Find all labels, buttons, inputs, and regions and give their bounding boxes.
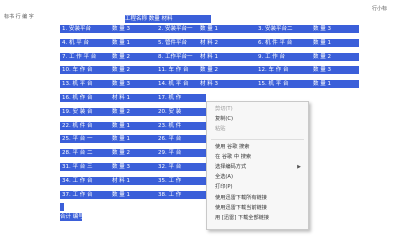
table-cell: 材 料 1 [200,53,218,60]
table-cell: 数 量 1 [112,136,130,143]
table-row[interactable]: 7. 工 作 平 台 数 量 2 8. 工作平台一材 料 1 9. 工 作 台 数 量 … [60,52,359,61]
table-cell: 数 量 3 [112,81,130,88]
table-cell: 数 量 2 [112,108,130,115]
table-row[interactable]: 1. 安装平台 数 量 3 2. 安装平台一 数 量 1 3. 安装平台二 数 量 3 [60,25,359,33]
table-cell: 38. 工 作 [158,191,182,198]
table-cell: 数 量 2 [112,150,130,157]
context-menu-item-label: 选择编码方式 [215,164,247,170]
table-cell: 数 量 1 [200,26,218,32]
table-cell: 数 量 1 [112,191,130,198]
table-cell: 数 量 2 [112,53,130,60]
context-menu-item[interactable]: 在 谷歌 中 搜索 [207,153,308,162]
context-menu: 剪切(T) 复制(C) 粘贴使用 谷歌 搜索在 谷歌 中 搜索 选择编码方式 ▶ 全选(A… [206,101,309,230]
table-row[interactable]: 16. 机 作 台 材 料 1 17. 机 作 [60,94,206,102]
table-cell: 12. 车 作 台 [258,67,289,74]
context-menu-item-label: 复制(C) [215,116,234,123]
context-menu-item[interactable]: 使用迅雷下载当前链接 [207,204,308,213]
table-row[interactable]: 4. 机 平 台 数 量 1 5. 管件平台 材 料 2 6. 机 件 平 台 数 量 1 [60,38,359,47]
table-cell: 数 量 3 [112,164,130,170]
table-cell: 10. 车 作 台 [62,67,93,74]
table-cell: 14. 机 平 台 [158,81,189,88]
table-cell: 数 量 2 [313,53,331,60]
table-cell: 数 量 3 [112,26,130,32]
table-cell: 26. 平 台 [158,136,182,143]
context-menu-item-label: 使用 谷歌 搜索 [215,143,250,150]
table-cell: 15. 机 平 台 [258,81,289,88]
table-cell: 数 量 1 [112,39,130,46]
menu-label[interactable]: 行小标 [372,5,387,12]
table-row[interactable]: 31. 平 台 三 数 量 3 32. 平 台 [60,163,206,171]
table-cell: 数 量 1 [313,81,331,88]
context-menu-item[interactable]: 打印(P) [207,183,308,192]
context-menu-item[interactable]: 选择编码方式 ▶ [207,163,308,172]
table-cell: 22. 机 件 台 [62,122,93,129]
context-menu-item-label: 在 谷歌 中 搜索 [215,153,252,160]
context-menu-item[interactable]: 使用 谷歌 搜索 [207,143,308,152]
table-cell: 13. 机 平 台 [62,81,93,88]
table-cell: 28. 平 台 二 [62,150,93,157]
table-cell: 16. 机 作 台 [62,95,93,101]
table-row[interactable]: 34. 工 作 台 材 料 1 35. 工 作 [60,176,206,185]
table-cell: 材 料 1 [112,177,130,184]
table-cell: 7. 工 作 平 台 [62,53,97,60]
context-menu-item-label: 使用迅雷下载当前链接 [215,204,267,211]
context-menu-item-label: 使用迅雷下载所有链接 [215,194,267,201]
table-row[interactable]: 13. 机 平 台 数 量 3 14. 机 平 台 材 料 3 15. 机 平 台 数 量… [60,80,359,89]
table-cell: 材 料 3 [200,81,218,88]
table-cell: 1. 安装平台 [62,26,91,32]
context-menu-item[interactable]: 复制(C) [207,115,308,124]
table-title: 工程名称 数量 材料 [125,15,211,23]
table-cell: 34. 工 作 台 [62,177,93,184]
table-row[interactable]: 25. 平 台 一 数 量 1 26. 平 台 [60,135,206,144]
selection-marker [60,203,64,211]
context-menu-item[interactable]: 用 [迅雷] 下载全部链接 [207,214,308,223]
context-menu-item-label: 全选(A) [215,174,233,181]
table-cell: 8. 工作平台一 [158,53,193,60]
app-title: 标书 行 编 字 [4,14,34,20]
summary-label: 合计 编号 [60,213,82,221]
table-cell: 11. 车 作 台 [158,67,189,74]
context-menu-item-label: 剪切(T) [215,106,233,112]
table-cell: 20. 安 装 [158,108,182,115]
table-cell: 数 量 2 [112,67,130,74]
table-cell: 3. 安装平台二 [258,26,293,32]
table-cell: 31. 平 台 三 [62,164,93,170]
context-menu-item[interactable]: 剪切(T) [207,105,308,114]
table-cell: 37. 工 作 台 [62,191,93,198]
table-cell: 32. 平 台 [158,164,182,170]
context-menu-item[interactable]: 粘贴 [207,125,308,134]
table-cell: 25. 平 台 一 [62,136,93,143]
table-cell: 数 量 3 [313,67,331,74]
menu-separator [211,138,304,140]
table-row[interactable]: 10. 车 作 台 数 量 2 11. 车 作 台 数 量 2 12. 车 作 台 数 量… [60,66,359,75]
table-cell: 材 料 1 [112,95,130,101]
table-row[interactable]: 37. 工 作 台 数 量 1 38. 工 作 [60,190,206,199]
table-cell: 9. 工 作 台 [258,53,285,60]
table-cell: 6. 机 件 平 台 [258,39,293,46]
table-cell: 材 料 2 [200,39,218,46]
table-row[interactable]: 28. 平 台 二 数 量 2 29. 平 台 [60,149,206,158]
table-cell: 29. 平 台 [158,150,182,157]
table-cell: 数 量 2 [200,67,218,74]
table-cell: 2. 安装平台一 [158,26,193,32]
context-menu-item[interactable]: 全选(A) [207,173,308,182]
context-menu-item-label: 打印(P) [215,184,233,191]
table-cell: 17. 机 作 [158,95,182,101]
table-cell: 数 量 1 [112,122,130,129]
table-cell: 19. 安 装 台 [62,108,93,115]
context-menu-item-label: 用 [迅雷] 下载全部链接 [215,215,270,221]
table-cell: 23. 机 件 [158,122,182,129]
table-cell: 35. 工 作 [158,177,182,184]
table-cell: 4. 机 平 台 [62,39,89,46]
table-row[interactable]: 22. 机 件 台 数 量 1 23. 机 件 [60,121,206,130]
context-menu-item-label: 粘贴 [215,126,226,133]
submenu-arrow-icon: ▶ [297,164,301,170]
table-cell: 数 量 1 [313,39,331,46]
table-row[interactable]: 19. 安 装 台 数 量 2 20. 安 装 [60,107,206,116]
context-menu-item[interactable]: 使用迅雷下载所有链接 [207,194,308,203]
table-cell: 5. 管件平台 [158,39,187,46]
table-cell: 数 量 3 [313,26,331,32]
